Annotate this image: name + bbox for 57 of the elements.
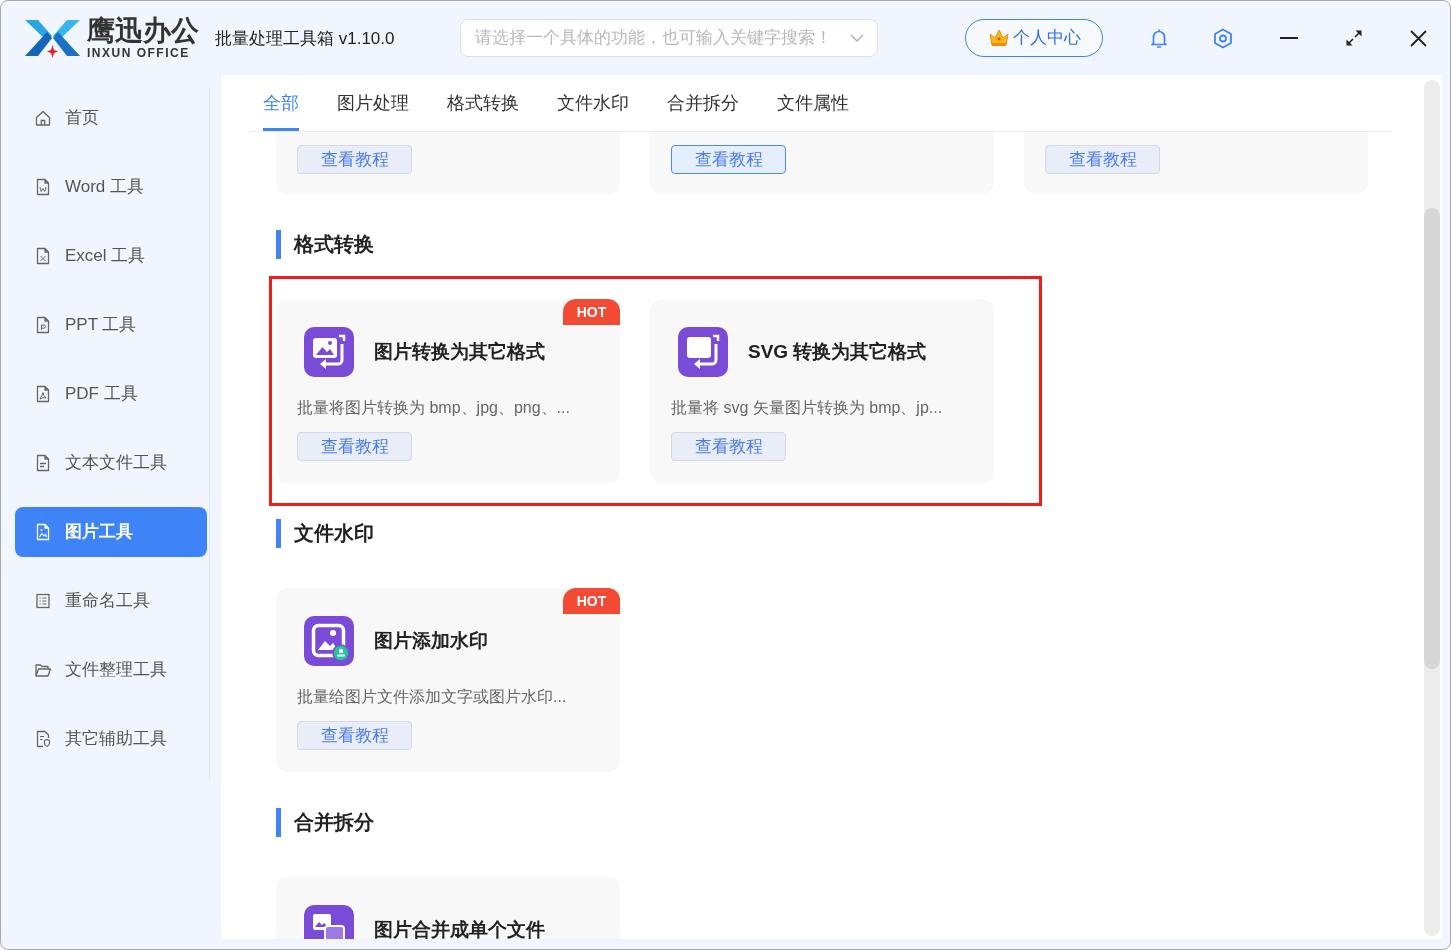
tab[interactable]: 格式转换 [447, 75, 519, 131]
home-icon [35, 109, 51, 127]
scrollbar-track[interactable] [1424, 80, 1440, 936]
text-document-icon [35, 454, 51, 472]
sidebar-item[interactable]: 图片工具 [15, 507, 207, 557]
sidebar-item[interactable]: Word 工具 [15, 162, 207, 212]
card-description: 批量将图片转换为 bmp、jpg、png、... [297, 398, 570, 418]
close-icon [1409, 29, 1427, 47]
card-title: 图片转换为其它格式 [374, 339, 545, 364]
sidebar-item[interactable]: 重命名工具 [15, 576, 207, 626]
section-heading: 合并拆分 [276, 808, 374, 837]
sidebar-item[interactable]: 文件整理工具 [15, 645, 207, 695]
card-title: 图片添加水印 [374, 628, 488, 653]
sidebar-item[interactable]: PPT 工具 [15, 300, 207, 350]
tool-card[interactable]: 图片转换为其它格式 批量将图片转换为 bmp、jpg、png、... HOT 查看教程 [276, 299, 620, 483]
x-logo-icon [25, 18, 80, 58]
document-p-icon [35, 316, 51, 334]
picture-badge-icon [304, 616, 354, 666]
scrollbar-thumb[interactable] [1424, 208, 1440, 669]
minimize-icon [1280, 37, 1298, 39]
tab[interactable]: 合并拆分 [667, 75, 739, 131]
document-x-icon [35, 247, 51, 265]
tool-card[interactable]: SVG 转换为其它格式 批量将 svg 矢量图片转换为 bmp、jp... 查看教程 [650, 299, 994, 483]
chevron-down-icon [850, 34, 864, 42]
list-icon [35, 592, 51, 610]
brand-subtitle: INXUN OFFICE [87, 46, 190, 60]
sidebar-item[interactable]: PDF 工具 [15, 369, 207, 419]
window-title: 批量处理工具箱 v1.10.0 [215, 29, 395, 49]
sidebar-item[interactable]: 其它辅助工具 [15, 714, 207, 764]
card-description: 批量给图片文件添加文字或图片水印... [297, 687, 567, 707]
hot-badge: HOT [563, 299, 620, 325]
card-title: SVG 转换为其它格式 [748, 339, 927, 364]
hot-badge: HOT [563, 588, 620, 614]
tab[interactable]: 图片处理 [337, 75, 409, 131]
expand-arrows-icon [1346, 30, 1362, 46]
search-field[interactable]: 请选择一个具体的功能，也可输入关键字搜索！ [460, 19, 878, 57]
folder-icon [35, 661, 51, 679]
sidebar-item[interactable]: 首页 [15, 93, 207, 143]
account-button[interactable]: 个人中心 [965, 19, 1103, 57]
document-w-icon [35, 178, 51, 196]
settings-icon [1213, 27, 1233, 49]
section-heading: 格式转换 [276, 230, 374, 259]
sidebar-item[interactable]: 文本文件工具 [15, 438, 207, 488]
tab[interactable]: 文件水印 [557, 75, 629, 131]
image-document-icon [35, 523, 51, 541]
brand-name: 鹰迅办公 [87, 16, 199, 46]
tool-card[interactable]: 图片合并成单个文件 [276, 877, 620, 939]
crown-icon [987, 28, 1010, 48]
pdf-document-icon [35, 385, 51, 403]
tab[interactable]: 文件属性 [777, 75, 849, 131]
sidebar-item[interactable]: Excel 工具 [15, 231, 207, 281]
tool-card[interactable]: 图片添加水印 批量给图片文件添加文字或图片水印... HOT 查看教程 [276, 588, 620, 772]
card-description: 批量将 svg 矢量图片转换为 bmp、jp... [671, 398, 943, 418]
bell-icon [1150, 27, 1168, 49]
section-heading: 文件水印 [276, 519, 374, 548]
card-title: 图片合并成单个文件 [374, 917, 545, 939]
document-shield-icon [35, 730, 51, 748]
